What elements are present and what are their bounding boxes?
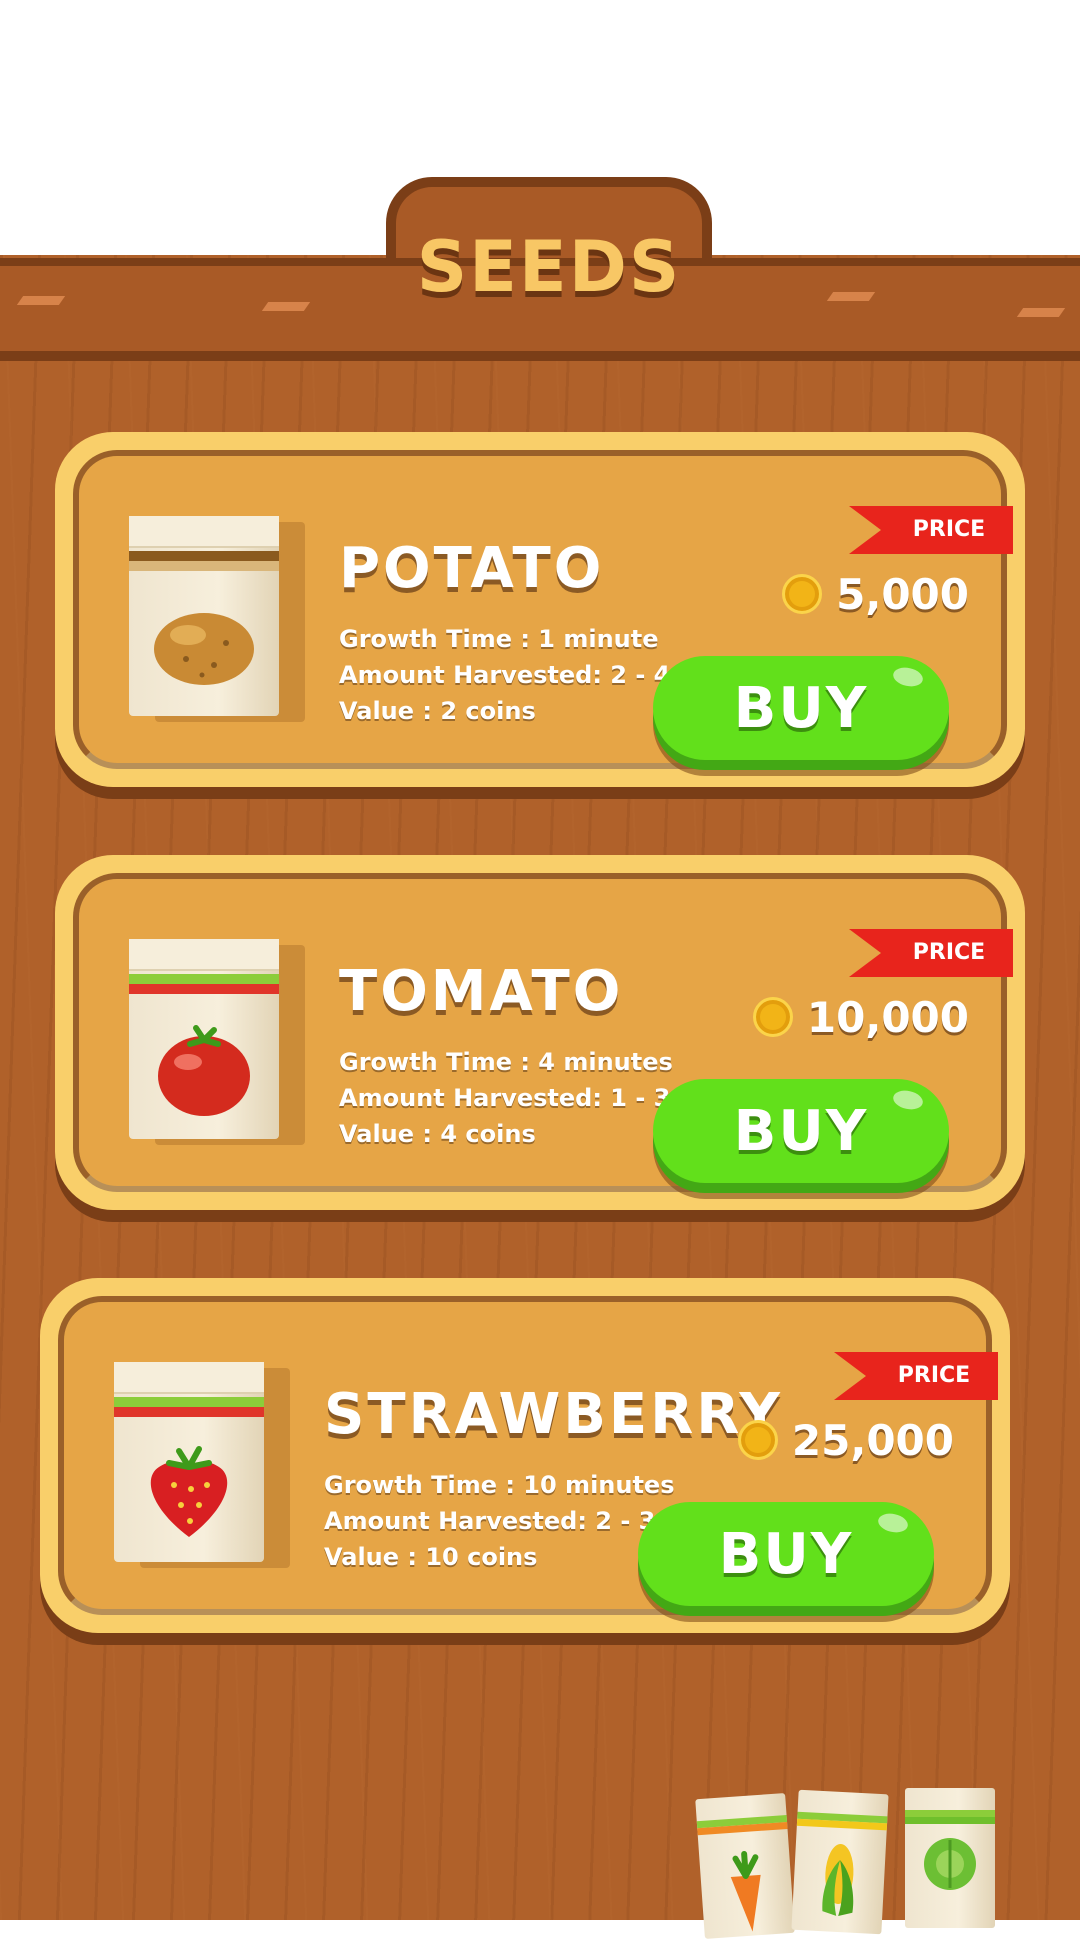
growth-time: Growth Time : 10 minutes <box>324 1471 675 1499</box>
buy-button[interactable]: BUY <box>638 1502 934 1606</box>
buy-label: BUY <box>733 675 869 741</box>
price-label: PRICE <box>912 517 986 542</box>
page-title: SEEDS <box>416 226 682 308</box>
price-value: 10,000 <box>806 992 969 1042</box>
card-panel: STRAWBERRY Growth Time : 10 minutes Amou… <box>58 1296 998 1615</box>
price-label: PRICE <box>897 1363 971 1388</box>
shop-item-tomato: TOMATO Growth Time : 4 minutes Amount Ha… <box>55 855 1025 1210</box>
decor-packet-corn <box>791 1789 889 1935</box>
price-value: 25,000 <box>791 1415 954 1465</box>
shop-item-strawberry: STRAWBERRY Growth Time : 10 minutes Amou… <box>40 1278 1010 1633</box>
item-stats: Growth Time : 4 minutes Amount Harvested… <box>339 1044 673 1152</box>
tomato-icon <box>158 1025 250 1116</box>
card-panel: POTATO Growth Time : 1 minute Amount Har… <box>73 450 1013 769</box>
coin-icon <box>737 1420 778 1460</box>
price-label: PRICE <box>912 940 986 965</box>
item-value: Value : 10 coins <box>324 1543 538 1571</box>
coin-icon <box>782 574 823 614</box>
price-display: 25,000 <box>737 1412 954 1468</box>
buy-button[interactable]: BUY <box>653 656 949 760</box>
item-stats: Growth Time : 10 minutes Amount Harveste… <box>324 1467 675 1575</box>
coin-icon <box>752 997 793 1037</box>
seed-packet <box>129 939 279 1139</box>
price-ribbon: PRICE <box>834 1352 998 1400</box>
price-value: 5,000 <box>836 569 969 619</box>
amount-harvested: Amount Harvested: 1 - 3 <box>339 1084 671 1112</box>
item-name: POTATO <box>339 536 605 601</box>
buy-button[interactable]: BUY <box>653 1079 949 1183</box>
growth-time: Growth Time : 1 minute <box>339 625 659 653</box>
buy-label: BUY <box>733 1098 869 1164</box>
price-ribbon: PRICE <box>849 929 1013 977</box>
amount-harvested: Amount Harvested: 2 - 3 <box>324 1507 656 1535</box>
price-ribbon: PRICE <box>849 506 1013 554</box>
amount-harvested: Amount Harvested: 2 - 4 <box>339 661 671 689</box>
item-value: Value : 2 coins <box>339 697 536 725</box>
price-display: 10,000 <box>752 989 969 1045</box>
buy-label: BUY <box>718 1521 854 1587</box>
growth-time: Growth Time : 4 minutes <box>339 1048 673 1076</box>
potato-icon <box>154 613 254 685</box>
item-value: Value : 4 coins <box>339 1120 536 1148</box>
price-display: 5,000 <box>782 566 969 622</box>
shop-item-potato: POTATO Growth Time : 1 minute Amount Har… <box>55 432 1025 787</box>
seed-packet <box>129 516 279 716</box>
item-name: STRAWBERRY <box>324 1382 783 1447</box>
decor-packet-carrot <box>695 1793 795 1939</box>
decor-packet-cabbage <box>905 1788 995 1928</box>
corn-icon <box>822 1844 854 1916</box>
item-name: TOMATO <box>339 959 624 1024</box>
seed-packet <box>114 1362 264 1562</box>
carrot-icon <box>730 1851 761 1932</box>
cabbage-icon <box>924 1838 976 1890</box>
strawberry-icon <box>150 1446 228 1537</box>
card-panel: TOMATO Growth Time : 4 minutes Amount Ha… <box>73 873 1013 1192</box>
item-stats: Growth Time : 1 minute Amount Harvested:… <box>339 621 670 729</box>
